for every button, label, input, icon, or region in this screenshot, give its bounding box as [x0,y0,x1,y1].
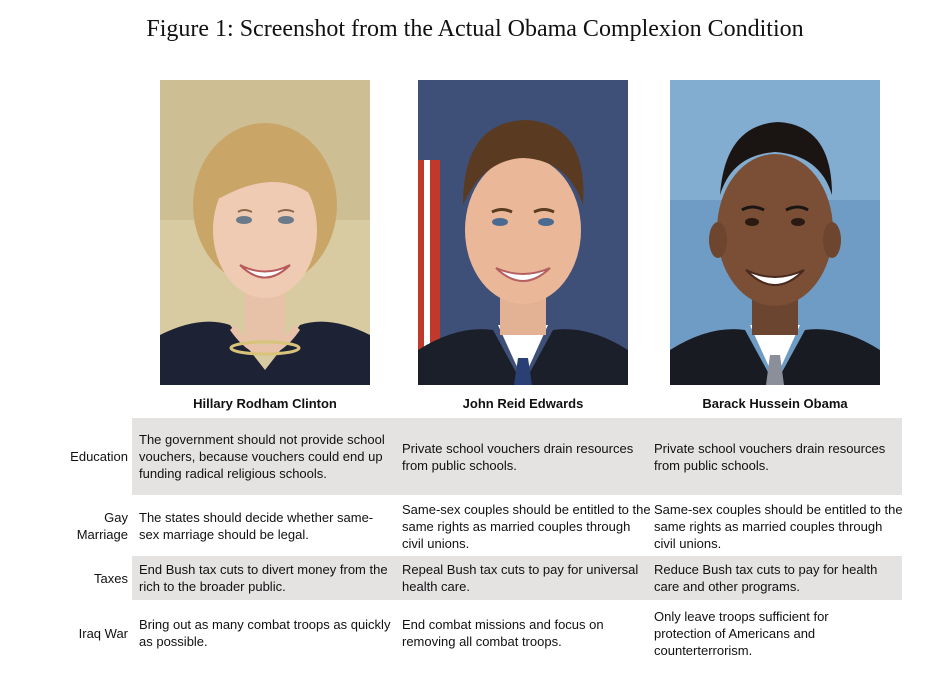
candidate-photo-obama [670,80,880,385]
row-label-gay-marriage-text: Gay Marriage [76,510,128,542]
cell-education-edwards: Private school vouchers drain resources … [402,440,634,473]
cell-taxes-obama: Reduce Bush tax cuts to pay for health c… [654,562,878,594]
cell-gay-marriage-edwards: Same-sex couples should be entitled to t… [402,501,651,551]
figure-title: Figure 1: Screenshot from the Actual Oba… [146,16,804,42]
cell-taxes-edwards: Repeal Bush tax cuts to pay for universa… [402,562,639,594]
cell-gay-marriage-clinton: The states should decide whether same-se… [139,510,374,542]
row-label-gay-marriage: Gay Marriage [40,500,128,552]
candidate-photo-edwards [418,80,628,385]
row-label-iraq-war: Iraq War [78,625,128,641]
candidate-name-clinton: Hillary Rodham Clinton [193,396,337,411]
candidate-photo-clinton [160,80,370,385]
cell-iraq-war-clinton: Bring out as many combat troops as quick… [139,617,391,649]
candidate-name-edwards: John Reid Edwards [462,396,584,411]
cell-taxes-clinton: End Bush tax cuts to divert money from t… [139,562,388,594]
row-label-education: Education [70,449,128,464]
candidate-name-obama: Barack Hussein Obama [702,396,848,411]
cell-gay-marriage-obama: Same-sex couples should be entitled to t… [654,501,903,551]
cell-education-obama: Private school vouchers drain resources … [654,440,886,473]
cell-education-clinton: The government should not provide school… [139,432,385,481]
cell-iraq-war-edwards: End combat missions and focus on removin… [402,617,604,649]
cell-iraq-war-obama: Only leave troops sufficient for protect… [654,608,829,658]
row-label-taxes: Taxes [94,570,128,586]
